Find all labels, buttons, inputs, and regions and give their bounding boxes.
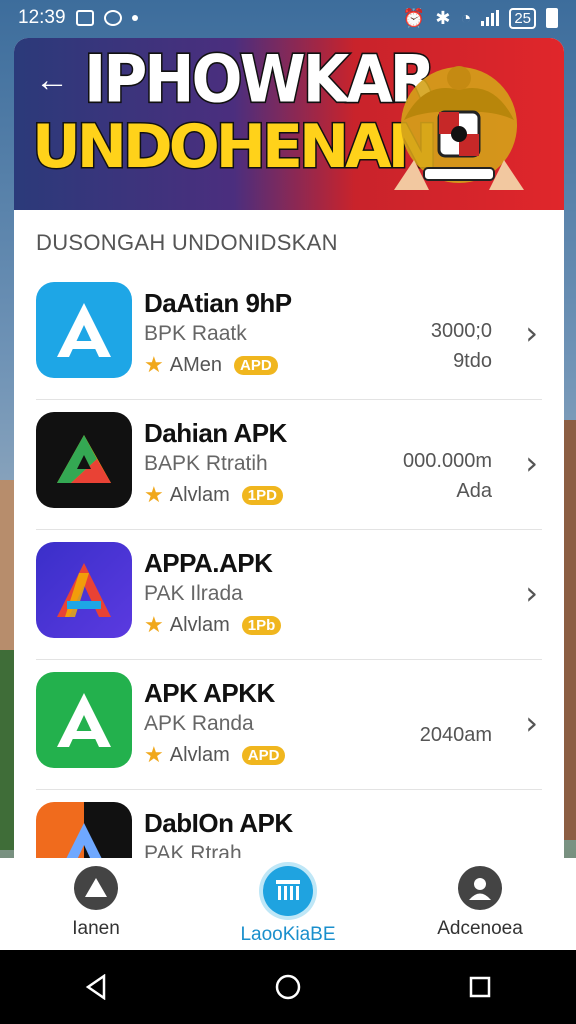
nav-account[interactable]: Adcenoea	[390, 862, 570, 940]
background-building-right	[562, 420, 576, 840]
nav-home[interactable]: Ianen	[6, 862, 186, 940]
status-right: ⏰ ✱ ◔ 25	[402, 7, 558, 29]
recents-square-icon[interactable]	[460, 967, 500, 1007]
bluetooth-icon: ✱	[435, 7, 451, 28]
status-badge: APD	[233, 355, 278, 375]
app-list: DaAtian 9hP BPK Raatk ★ AMen APD 3000;0 …	[14, 270, 564, 858]
app-meta: 9tdo	[453, 350, 492, 372]
app-developer: APK Randa	[144, 712, 254, 735]
status-left: 12:39	[18, 7, 138, 29]
rating-text: Alvlam	[169, 743, 230, 766]
photo-notification-icon	[75, 10, 94, 26]
app-meta: Ada	[456, 480, 492, 502]
alarm-icon: ⏰	[402, 7, 426, 28]
app-rating: ★ Alvlam 1PD	[144, 482, 283, 508]
app-size: 3000;0	[430, 320, 492, 342]
list-item[interactable]: APPA.APK PAK Ilrada ★ Alvlam 1Pb ›	[36, 530, 542, 660]
banner-title-line2: UNDOHENAN	[31, 111, 440, 184]
app-rating: ★ Alvlam APD	[144, 742, 286, 768]
status-badge: 1Pb	[241, 615, 282, 635]
app-name: Dahian APK	[144, 418, 287, 448]
star-icon: ★	[144, 612, 164, 637]
library-icon	[263, 866, 313, 916]
apk-app-icon	[36, 672, 132, 768]
star-icon: ★	[144, 742, 164, 767]
chevron-right-icon[interactable]: ›	[525, 574, 538, 612]
battery-percent: 25	[509, 7, 536, 29]
home-icon	[74, 866, 118, 910]
battery-icon	[546, 8, 558, 28]
app-meta: 2040am	[419, 724, 492, 746]
status-bar: 12:39 ⏰ ✱ ◔ 25	[0, 0, 576, 36]
nav-account-label: Adcenoea	[437, 918, 523, 939]
app-rating: ★ AMen APD	[144, 352, 278, 378]
system-navigation-bar	[0, 950, 576, 1024]
account-icon	[458, 866, 502, 910]
status-time: 12:39	[18, 7, 66, 28]
chevron-right-icon[interactable]: ›	[525, 704, 538, 742]
signal-icon	[481, 10, 500, 26]
nav-home-label: Ianen	[72, 918, 120, 939]
back-triangle-icon[interactable]	[76, 967, 116, 1007]
app-store-icon	[36, 282, 132, 378]
bottom-navigation: Ianen LaooKiaBE Adcenoea	[0, 858, 576, 950]
star-icon: ★	[144, 352, 164, 377]
app-name: APPA.APK	[144, 548, 273, 578]
chevron-right-icon[interactable]: ›	[525, 314, 538, 352]
rating-text: Alvlam	[169, 613, 230, 636]
list-item[interactable]: Dahian APK BAPK Rtratih ★ Alvlam 1PD 000…	[36, 400, 542, 530]
home-circle-icon[interactable]	[268, 967, 308, 1007]
main-card: ← IPHOWKAR UNDOHENAN DUSONGAH UNDONIDSKA…	[14, 38, 564, 858]
nav-library[interactable]: LaooKiaBE	[198, 862, 378, 946]
wifi-icon: ◔	[460, 7, 472, 28]
app-name: DaAtian 9hP	[144, 288, 292, 318]
app-rating: ★ Alvlam 1Pb	[144, 612, 282, 638]
chevron-right-icon[interactable]: ›	[525, 444, 538, 482]
star-icon: ★	[144, 482, 164, 507]
more-notifications-icon	[131, 15, 138, 21]
background-tree	[0, 650, 14, 850]
list-item[interactable]: DabIOn APK PAK Rtrah	[36, 790, 542, 858]
section-title: DUSONGAH UNDONIDSKAN	[36, 230, 338, 255]
drive-app-icon	[36, 412, 132, 508]
rating-text: AMen	[169, 353, 222, 376]
garuda-emblem-icon	[394, 66, 524, 190]
app-developer: PAK Rtrah	[144, 842, 242, 858]
app-name: DabIOn APK	[144, 808, 293, 838]
status-badge: APD	[241, 745, 286, 765]
header-banner: ← IPHOWKAR UNDOHENAN	[14, 38, 564, 210]
appa-app-icon	[36, 542, 132, 638]
sync-notification-icon	[103, 10, 122, 26]
dabion-app-icon	[36, 802, 132, 858]
rating-text: Alvlam	[169, 483, 230, 506]
app-developer: BAPK Rtratih	[144, 452, 268, 475]
back-arrow-icon[interactable]: ←	[32, 60, 72, 100]
app-size: 000.000m	[403, 450, 492, 472]
status-badge: 1PD	[241, 485, 283, 505]
nav-library-label: LaooKiaBE	[240, 924, 336, 945]
app-developer: PAK Ilrada	[144, 582, 243, 605]
list-item[interactable]: DaAtian 9hP BPK Raatk ★ AMen APD 3000;0 …	[36, 270, 542, 400]
app-name: APK APKK	[144, 678, 275, 708]
app-developer: BPK Raatk	[144, 322, 247, 345]
list-item[interactable]: APK APKK APK Randa ★ Alvlam APD 2040am ›	[36, 660, 542, 790]
banner-title-line1: IPHOWKAR	[83, 40, 438, 119]
